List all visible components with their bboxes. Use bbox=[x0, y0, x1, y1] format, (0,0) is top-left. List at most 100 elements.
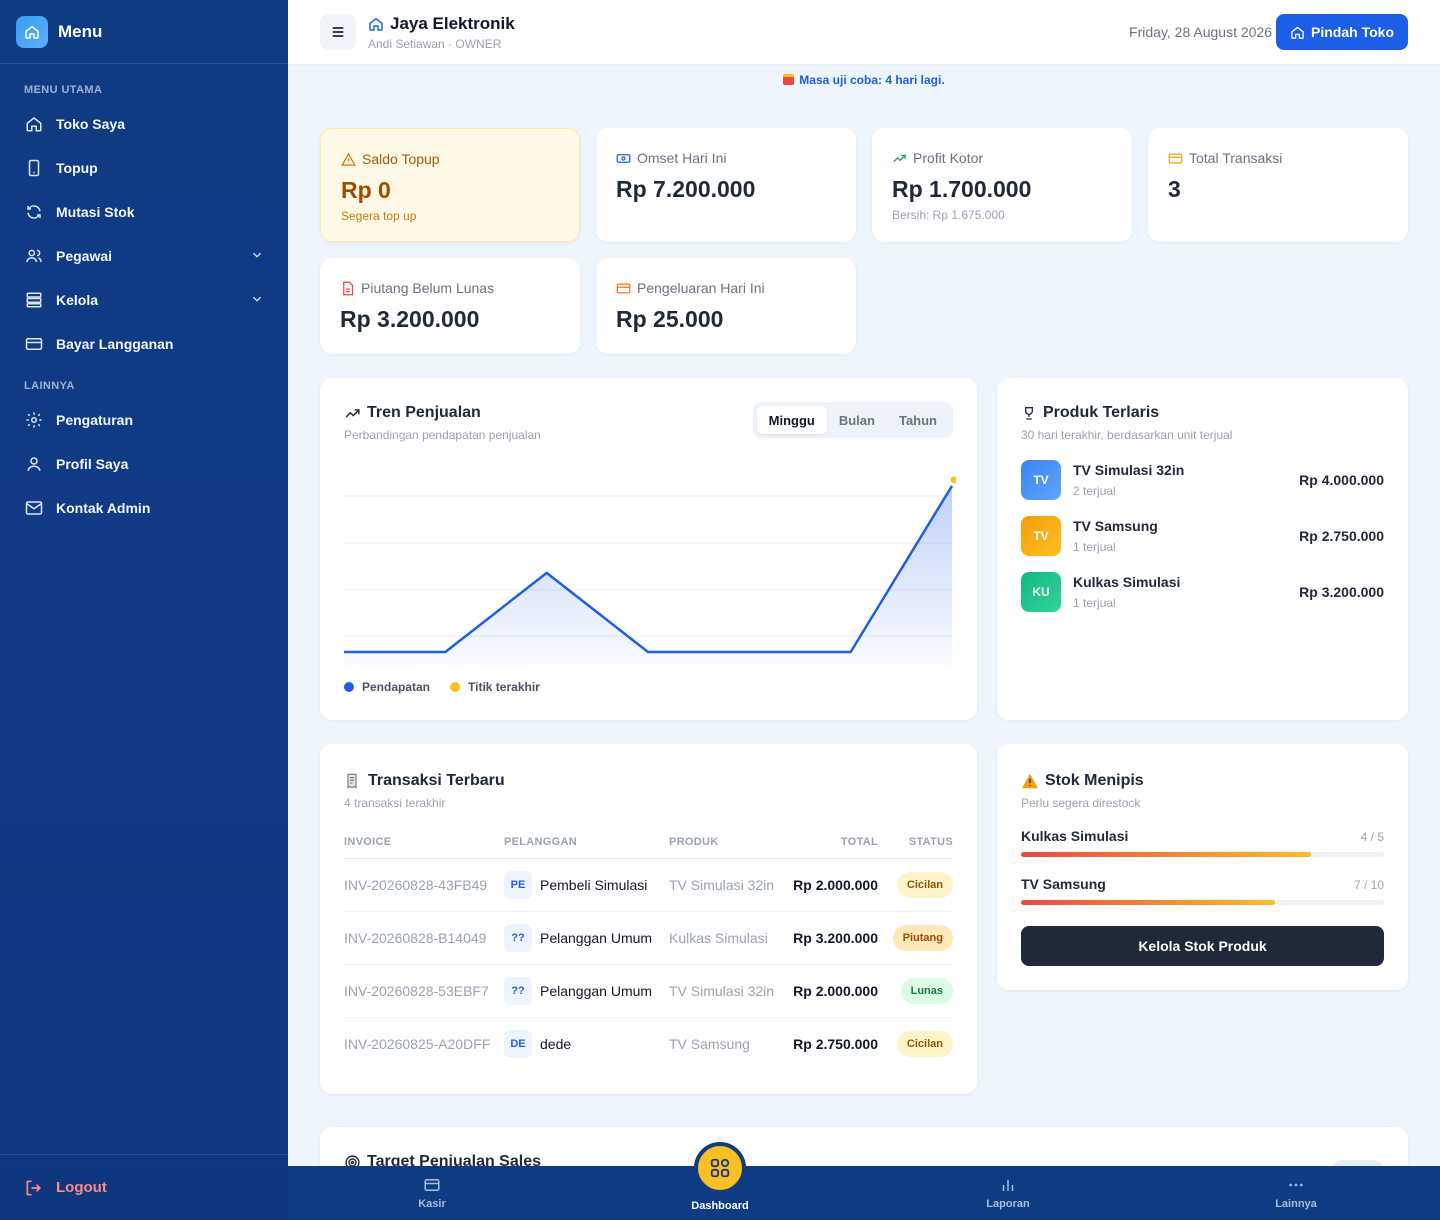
stock-qty: 7 / 10 bbox=[1353, 878, 1384, 892]
stat-label: Profit Kotor bbox=[892, 150, 983, 166]
sidebar-item-bayar-langganan[interactable]: Bayar Langganan bbox=[0, 322, 288, 366]
sidebar-item-kelola[interactable]: Kelola bbox=[0, 278, 288, 322]
invoice-cell: INV-20260828-43FB49 bbox=[344, 858, 504, 912]
stock-bar-fill bbox=[1021, 852, 1312, 857]
stock-item: Kulkas Simulasi 4 / 5 bbox=[1021, 828, 1384, 857]
menu-toggle-button[interactable] bbox=[320, 14, 356, 50]
trending-up-icon bbox=[344, 405, 361, 422]
more-icon bbox=[1236, 1176, 1356, 1194]
sidebar-item-profil-saya[interactable]: Profil Saya bbox=[0, 442, 288, 486]
stat-card-profit: Profit Kotor Rp 1.700.000 Bersih: Rp 1.6… bbox=[872, 128, 1132, 242]
table-row[interactable]: INV-20260825-A20DFF DE dede TV Samsung Rp… bbox=[344, 1017, 953, 1070]
nav-lainnya[interactable]: Lainnya bbox=[1236, 1176, 1356, 1210]
invoice-cell: INV-20260828-53EBF7 bbox=[344, 964, 504, 1018]
phone-icon bbox=[24, 158, 44, 178]
bar-chart-icon bbox=[948, 1176, 1068, 1194]
table-row[interactable]: INV-20260828-43FB49 PE Pembeli Simulasi T… bbox=[344, 858, 953, 912]
tab-minggu[interactable]: Minggu bbox=[756, 406, 827, 434]
total-cell: Rp 3.200.000 bbox=[784, 911, 878, 965]
product-price: Rp 2.750.000 bbox=[1299, 528, 1384, 544]
product-sold: 1 terjual bbox=[1073, 596, 1116, 610]
tab-tahun[interactable]: Tahun bbox=[887, 406, 949, 434]
chevron-down-icon bbox=[250, 248, 264, 265]
sidebar-item-label: Kelola bbox=[56, 292, 99, 308]
table-row[interactable]: INV-20260828-53EBF7 ?? Pelanggan Umum TV … bbox=[344, 964, 953, 1018]
nav-dashboard-button[interactable] bbox=[694, 1142, 746, 1194]
legend-dot-last bbox=[450, 682, 461, 692]
customer-cell: PE Pembeli Simulasi bbox=[504, 858, 669, 912]
total-cell: Rp 2.000.000 bbox=[784, 964, 878, 1018]
table-row[interactable]: INV-20260828-B14049 ?? Pelanggan Umum Kul… bbox=[344, 911, 953, 965]
low-stock-title: Stok Menipis bbox=[1045, 772, 1144, 789]
nav-dashboard-label[interactable]: Dashboard bbox=[660, 1200, 780, 1212]
trend-subtitle: Perbandingan pendapatan penjualan bbox=[344, 428, 541, 442]
status-cell: Piutang bbox=[878, 911, 953, 965]
card-title: Produk Terlaris bbox=[1021, 404, 1232, 422]
sidebar-item-label: Kontak Admin bbox=[56, 500, 151, 516]
stock-qty: 4 / 5 bbox=[1360, 830, 1384, 844]
column-header: STATUS bbox=[878, 826, 953, 859]
gear-icon bbox=[24, 410, 44, 430]
stock-bar bbox=[1021, 852, 1384, 857]
stock-bar bbox=[1021, 900, 1384, 905]
best-products-subtitle: 30 hari terakhir, berdasarkan unit terju… bbox=[1021, 428, 1233, 442]
period-tabs: Minggu Bulan Tahun bbox=[752, 402, 953, 438]
sidebar-item-pengaturan[interactable]: Pengaturan bbox=[0, 398, 288, 442]
home-icon bbox=[16, 15, 48, 48]
stat-value: Rp 0 bbox=[341, 177, 391, 203]
invoice-cell: INV-20260825-A20DFF bbox=[344, 1035, 491, 1052]
product-item[interactable]: TV TV Samsung 1 terjual Rp 2.750.000 bbox=[1021, 516, 1384, 556]
document-icon bbox=[340, 281, 355, 296]
transactions-title: Transaksi Terbaru bbox=[368, 772, 505, 789]
sales-trend-card: Tren Penjualan Perbandingan pendapatan p… bbox=[320, 378, 977, 720]
sidebar-item-topup[interactable]: Topup bbox=[0, 146, 288, 190]
product-sold: 2 terjual bbox=[1073, 484, 1116, 498]
product-name: Kulkas Simulasi bbox=[1073, 574, 1181, 590]
switch-store-button[interactable]: Pindah Toko bbox=[1276, 14, 1408, 50]
sidebar: Menu MENU UTAMA Toko Saya Topup Mutasi S… bbox=[0, 0, 288, 1220]
status-badge: Cicilan bbox=[896, 1030, 953, 1057]
low-stock-card: Stok Menipis Perlu segera direstock Kulk… bbox=[997, 744, 1408, 990]
product-avatar: TV bbox=[1021, 460, 1061, 500]
sidebar-item-kontak-admin[interactable]: Kontak Admin bbox=[0, 486, 288, 530]
sidebar-item-pegawai[interactable]: Pegawai bbox=[0, 234, 288, 278]
stat-value: Rp 1.700.000 bbox=[892, 176, 1032, 202]
tab-bulan[interactable]: Bulan bbox=[827, 406, 887, 434]
sidebar-header: Menu bbox=[0, 0, 288, 64]
stat-card-pengeluaran: Pengeluaran Hari Ini Rp 25.000 bbox=[596, 258, 856, 354]
sidebar-item-label: Toko Saya bbox=[56, 116, 125, 132]
stat-label-text: Piutang Belum Lunas bbox=[361, 280, 495, 296]
sidebar-item-toko-saya[interactable]: Toko Saya bbox=[0, 102, 288, 146]
nav-label: Kasir bbox=[418, 1198, 446, 1210]
sidebar-item-mutasi-stok[interactable]: Mutasi Stok bbox=[0, 190, 288, 234]
wallet-icon bbox=[616, 281, 631, 296]
trial-text: Masa uji coba: 4 hari lagi. bbox=[799, 73, 945, 87]
logout-button[interactable]: Logout bbox=[0, 1154, 288, 1220]
card-title: Tren Penjualan bbox=[344, 404, 541, 422]
current-date: Friday, 28 August 2026 bbox=[1129, 24, 1272, 40]
manage-stock-button[interactable]: Kelola Stok Produk bbox=[1021, 926, 1384, 966]
home-icon bbox=[24, 114, 44, 134]
stat-card-transaksi: Total Transaksi 3 bbox=[1148, 128, 1408, 242]
stat-label-text: Profit Kotor bbox=[913, 150, 984, 166]
product-name: TV Samsung bbox=[1073, 518, 1158, 534]
stat-card-omset: Omset Hari Ini Rp 7.200.000 bbox=[596, 128, 856, 242]
product-name: TV Simulasi 32in bbox=[1073, 462, 1185, 478]
server-icon bbox=[24, 290, 44, 310]
status-cell: Lunas bbox=[878, 964, 953, 1018]
card-title: Stok Menipis bbox=[1021, 772, 1144, 790]
nav-kasir[interactable]: Kasir bbox=[372, 1176, 492, 1210]
status-badge: Piutang bbox=[892, 924, 953, 951]
nav-laporan[interactable]: Laporan bbox=[948, 1176, 1068, 1210]
sidebar-item-label: Topup bbox=[56, 160, 98, 176]
card-icon bbox=[24, 334, 44, 354]
product-item[interactable]: KU Kulkas Simulasi 1 terjual Rp 3.200.00… bbox=[1021, 572, 1384, 612]
product-item[interactable]: TV TV Simulasi 32in 2 terjual Rp 4.000.0… bbox=[1021, 460, 1384, 500]
trend-title: Tren Penjualan bbox=[367, 404, 481, 421]
transactions-table: INVOICE PELANGGAN PRODUK TOTAL STATUS IN… bbox=[344, 826, 953, 1070]
store-name: Jaya Elektronik bbox=[390, 13, 515, 33]
stat-value: Rp 7.200.000 bbox=[616, 176, 756, 202]
product-price: Rp 4.000.000 bbox=[1299, 472, 1384, 488]
product-cell: Kulkas Simulasi bbox=[669, 911, 784, 965]
customer-name: Pelanggan Umum bbox=[540, 982, 653, 999]
